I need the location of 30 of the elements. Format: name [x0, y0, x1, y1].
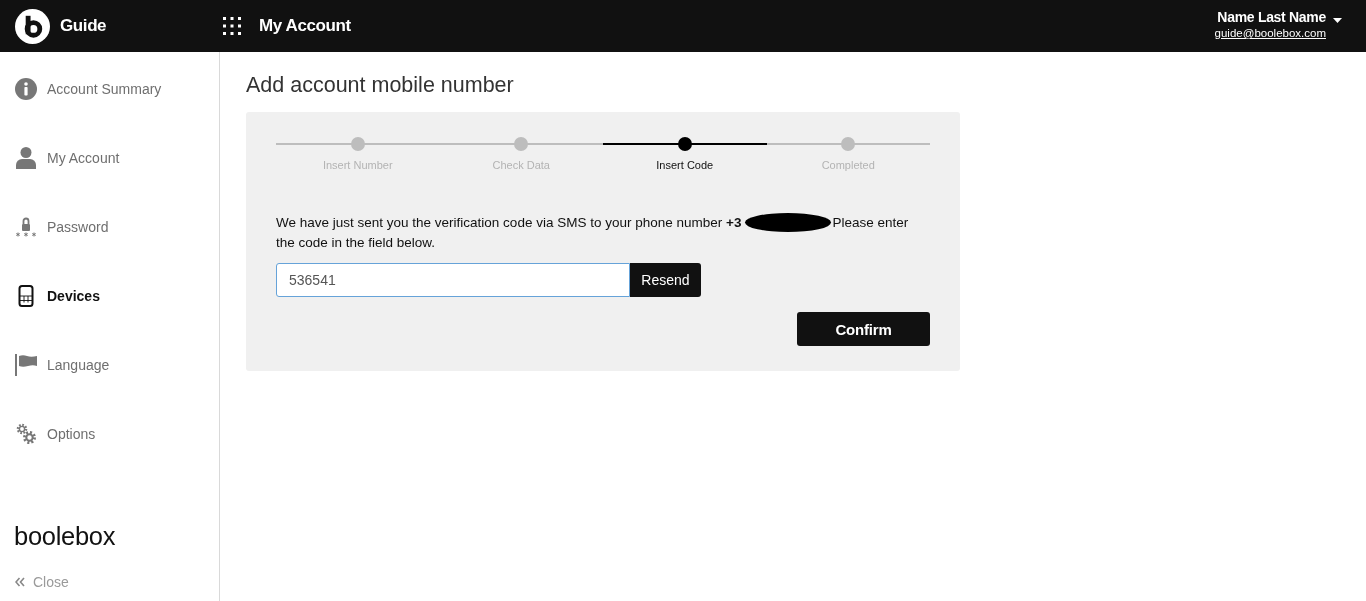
user-email-link[interactable]: guide@boolebox.com [1214, 26, 1326, 41]
person-icon [15, 146, 37, 169]
sidebar-item[interactable]: Options [0, 399, 219, 468]
step-label: Completed [821, 158, 875, 172]
sidebar-item[interactable]: Language [0, 330, 219, 399]
logo-icon [15, 8, 50, 44]
flag-icon [15, 353, 37, 376]
sidebar-item[interactable]: Account Summary [0, 54, 219, 123]
gears-icon [15, 422, 37, 445]
step-label: Insert Number [322, 158, 393, 172]
sidebar-item[interactable]: Devices [0, 261, 219, 330]
lock-icon [15, 215, 37, 238]
page-title: Add account mobile number [246, 72, 514, 98]
confirm-button[interactable]: Confirm [797, 312, 930, 346]
info-icon [15, 77, 37, 100]
phone-icon [15, 284, 37, 307]
apps-grid-icon[interactable] [223, 17, 241, 35]
sidebar-item[interactable]: My Account [0, 123, 219, 192]
brand-logo: boolebox [14, 521, 116, 551]
code-field[interactable]: 536541 [276, 263, 630, 297]
double-chevron-icon [15, 577, 25, 587]
message-text: We have just sent you the verification code via SMS to your phone number +3 Please enter the code in the field below. [276, 214, 910, 252]
caret-icon[interactable] [1333, 18, 1342, 23]
sidebar-item[interactable]: Password [0, 192, 219, 261]
section-title: My Account [259, 16, 351, 36]
app-name: Guide [60, 16, 107, 36]
step-label: Check Data [492, 158, 550, 172]
resend-button[interactable]: Resend [630, 263, 701, 297]
step-label: Insert Code [656, 158, 714, 172]
user-name[interactable]: Name Last Name [1217, 8, 1326, 26]
